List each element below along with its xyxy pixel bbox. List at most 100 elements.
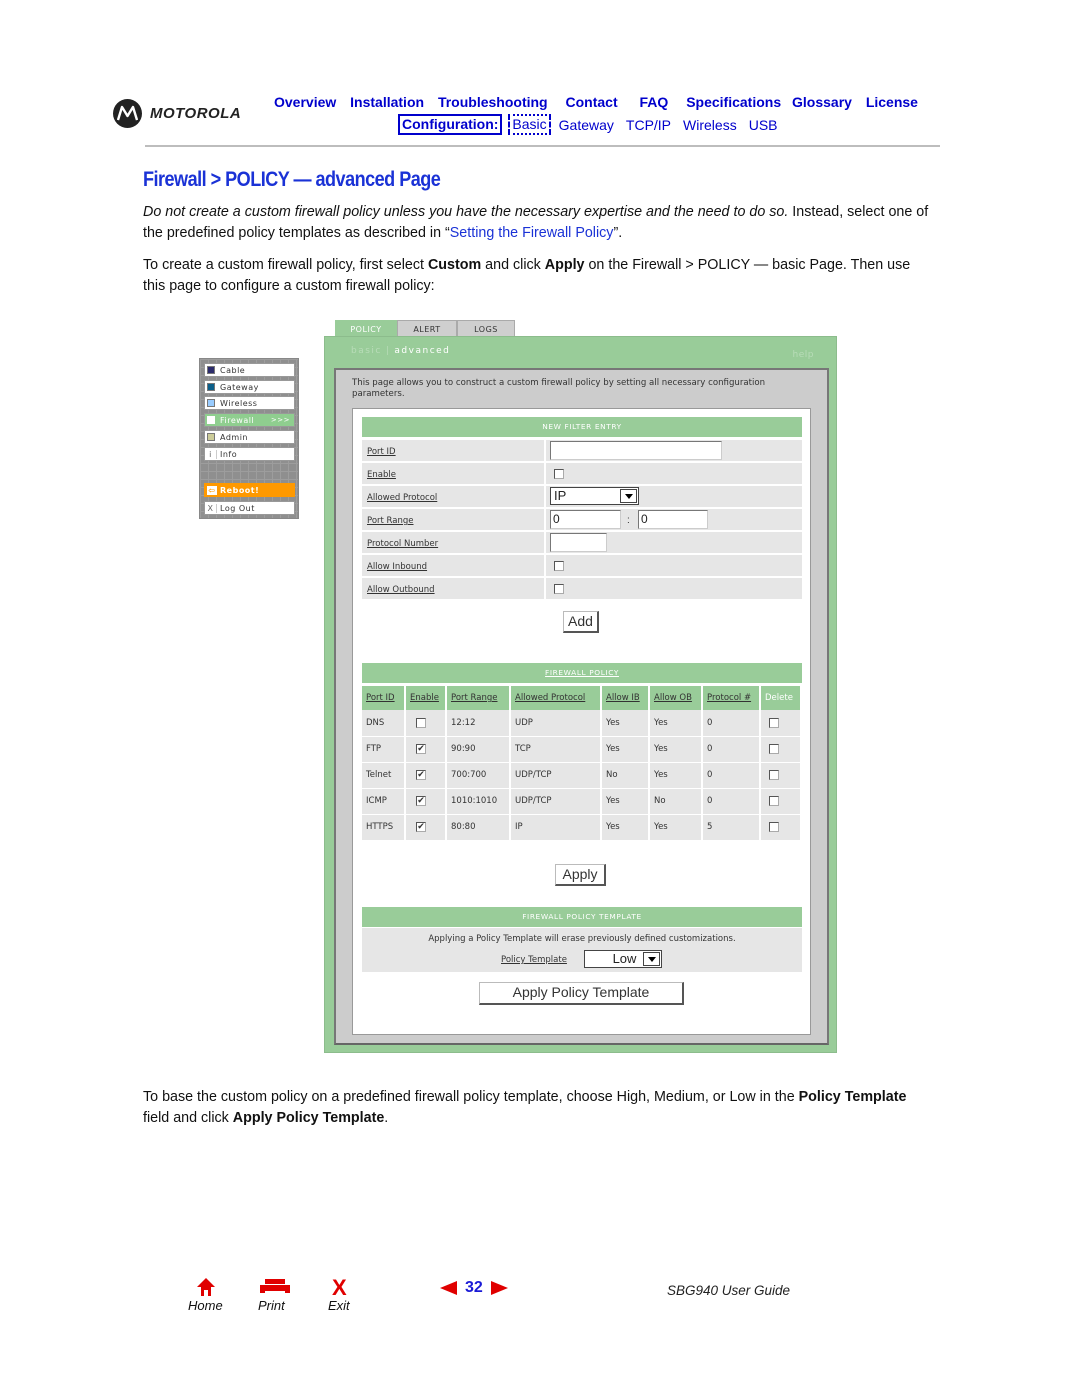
cell-allow-ob: No (649, 788, 703, 815)
home-button[interactable]: Home (188, 1277, 258, 1317)
enable-checkbox[interactable] (554, 469, 564, 479)
subtab-basic[interactable]: basic (351, 346, 382, 356)
text: To base the custom policy on a predefine… (143, 1089, 799, 1105)
enable-checkbox[interactable]: ✔ (416, 769, 426, 780)
cell-proto-num: 0 (702, 788, 761, 815)
col-port-id[interactable]: Port ID (362, 686, 406, 710)
subtab-advanced[interactable]: advanced (394, 346, 450, 356)
protocol-number-input[interactable] (550, 533, 607, 552)
menu-item-info[interactable]: i Info (204, 447, 295, 461)
delete-checkbox[interactable] (769, 717, 779, 728)
cell-allow-ib: Yes (601, 710, 650, 737)
policy-template-select[interactable]: Low (584, 950, 662, 968)
menu-item-gateway[interactable]: Gateway (204, 380, 295, 394)
col-allowed-protocol[interactable]: Allowed Protocol (510, 686, 602, 710)
nav-troubleshooting[interactable]: Troubleshooting (438, 94, 548, 110)
cell-enable: ✔ (405, 814, 447, 841)
delete-checkbox[interactable] (769, 743, 779, 754)
enable-checkbox[interactable]: ✔ (416, 795, 426, 806)
enable-checkbox[interactable] (416, 717, 426, 728)
cell-delete (760, 736, 802, 763)
nav-glossary[interactable]: Glossary (792, 94, 852, 110)
print-button[interactable]: Print (258, 1277, 328, 1317)
col-allow-ib[interactable]: Allow IB (601, 686, 650, 710)
cell-enable: ✔ (405, 788, 447, 815)
tab-logs[interactable]: LOGS (457, 320, 515, 336)
tab-policy[interactable]: POLICY (335, 320, 397, 336)
subnav-tcpip[interactable]: TCP/IP (626, 117, 671, 133)
firewall-policy-table: Port ID Enable Port Range Allowed Protoc… (362, 686, 802, 841)
subnav-wireless[interactable]: Wireless (683, 117, 737, 133)
bold-apply: Apply (544, 257, 585, 273)
delete-checkbox[interactable] (769, 769, 779, 780)
enable-label[interactable]: Enable (362, 463, 546, 484)
menu-item-admin[interactable]: Admin (204, 430, 295, 444)
subnav-usb[interactable]: USB (749, 117, 778, 133)
port-id-input[interactable] (550, 441, 722, 460)
menu-item-reboot[interactable]: ⇦ Reboot! (204, 483, 295, 497)
col-enable[interactable]: Enable (405, 686, 447, 710)
col-port-range[interactable]: Port Range (446, 686, 511, 710)
header-divider (145, 145, 940, 147)
delete-checkbox[interactable] (769, 821, 779, 832)
intro-text: This page allows you to construct a cust… (352, 378, 766, 399)
firewall-policy-link[interactable]: FIREWALL POLICY (545, 668, 619, 677)
row-port-range: Port Range 0 : 0 (362, 508, 802, 530)
previous-page-arrow-icon[interactable] (440, 1281, 457, 1295)
menu-item-cable[interactable]: Cable (204, 363, 295, 377)
col-protocol-num[interactable]: Protocol # (702, 686, 761, 710)
port-range-label[interactable]: Port Range (362, 509, 546, 530)
protocol-number-label[interactable]: Protocol Number (362, 532, 546, 553)
setting-firewall-policy-link[interactable]: Setting the Firewall Policy (450, 225, 614, 241)
next-page-arrow-icon[interactable] (490, 1281, 508, 1295)
motorola-logo: MOTOROLA (113, 99, 241, 128)
row-allowed-protocol: Allowed Protocol IP (362, 485, 802, 507)
allowed-protocol-select[interactable]: IP (550, 487, 639, 505)
menu-item-wireless[interactable]: Wireless (204, 396, 295, 410)
firewall-swatch-icon (207, 416, 215, 424)
allow-inbound-label[interactable]: Allow Inbound (362, 555, 546, 576)
nav-faq[interactable]: FAQ (640, 94, 669, 110)
col-allow-ob[interactable]: Allow OB (649, 686, 703, 710)
table-row: DNS 12:12 UDP Yes Yes 0 (362, 710, 802, 737)
enable-checkbox[interactable]: ✔ (416, 743, 426, 754)
menu-item-logout[interactable]: X Log Out (204, 501, 295, 515)
row-enable: Enable (362, 462, 802, 484)
add-button[interactable]: Add (563, 611, 599, 633)
port-range-end-input[interactable]: 0 (638, 510, 708, 529)
home-label: Home (188, 1298, 223, 1313)
enable-checkbox[interactable]: ✔ (416, 821, 426, 832)
template-heading: FIREWALL POLICY TEMPLATE (362, 907, 802, 927)
gateway-swatch-icon (207, 383, 215, 391)
apply-button[interactable]: Apply (555, 864, 606, 886)
cell-enable: ✔ (405, 736, 447, 763)
menu-item-firewall[interactable]: Firewall >>> (204, 413, 295, 427)
table-row: ICMP ✔ 1010:1010 UDP/TCP Yes No 0 (362, 788, 802, 815)
cell-enable (405, 710, 447, 737)
port-id-label[interactable]: Port ID (362, 440, 546, 461)
nav-overview[interactable]: Overview (274, 94, 336, 110)
cell-proto-num: 0 (702, 736, 761, 763)
template-warning: Applying a Policy Template will erase pr… (428, 934, 736, 944)
subnav-basic[interactable]: Basic (508, 114, 551, 135)
cell-allow-ob: Yes (649, 736, 703, 763)
exit-button[interactable]: X Exit (328, 1275, 398, 1317)
nav-installation[interactable]: Installation (350, 94, 424, 110)
delete-checkbox[interactable] (769, 795, 779, 806)
text: . (384, 1110, 389, 1126)
allowed-protocol-label[interactable]: Allowed Protocol (362, 486, 546, 507)
allow-outbound-label[interactable]: Allow Outbound (362, 578, 546, 599)
subnav-gateway[interactable]: Gateway (559, 117, 614, 133)
port-range-start-input[interactable]: 0 (550, 510, 621, 529)
guide-title: SBG940 User Guide (667, 1283, 791, 1298)
apply-policy-template-button[interactable]: Apply Policy Template (479, 982, 684, 1005)
nav-contact[interactable]: Contact (566, 94, 618, 110)
help-link[interactable]: help (793, 350, 814, 360)
policy-template-label[interactable]: Policy Template (501, 955, 567, 965)
tab-alert[interactable]: ALERT (397, 320, 457, 336)
nav-specifications[interactable]: Specifications (686, 94, 781, 110)
allow-inbound-checkbox[interactable] (554, 561, 564, 571)
allow-outbound-checkbox[interactable] (554, 584, 564, 594)
nav-license[interactable]: License (866, 94, 918, 110)
row-protocol-number: Protocol Number (362, 531, 802, 553)
